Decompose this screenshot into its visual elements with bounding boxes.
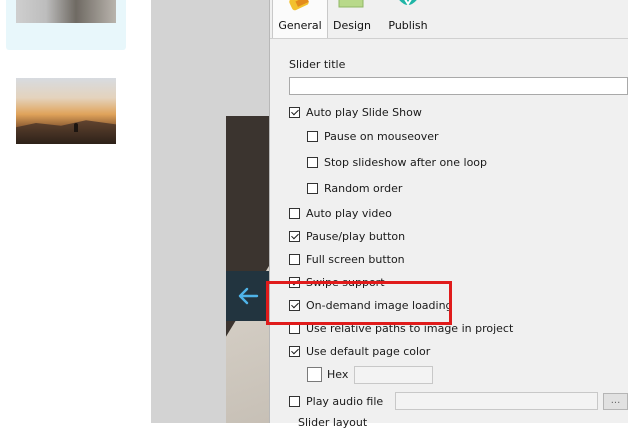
option-auto-play-video[interactable]: Auto play video — [289, 206, 392, 220]
tab-separator — [270, 38, 628, 39]
option-label: Play audio file — [306, 394, 384, 408]
thumbnail-panel — [0, 0, 151, 423]
tab-general-label: General — [278, 19, 322, 32]
design-icon — [338, 0, 364, 8]
option-play-audio-file[interactable]: Play audio file — [289, 394, 383, 408]
arrow-left-icon — [238, 287, 258, 305]
option-full-screen-button[interactable]: Full screen button — [289, 252, 405, 266]
hex-input[interactable] — [354, 366, 433, 384]
option-label: Full screen button — [306, 252, 405, 266]
option-label: Pause on mouseover — [324, 129, 439, 143]
hex-color-row: Hex — [307, 366, 348, 383]
option-label: Auto play video — [306, 206, 392, 220]
browse-audio-button[interactable]: ... — [603, 393, 628, 410]
option-label: Stop slideshow after one loop — [324, 155, 488, 169]
thumbnail-landscape — [16, 120, 116, 144]
thumbnail-image-1[interactable] — [16, 0, 116, 23]
thumbnail-image-2[interactable] — [16, 78, 116, 144]
prev-slide-button[interactable] — [226, 271, 269, 321]
slider-title-label: Slider title — [289, 58, 346, 71]
option-random-order[interactable]: Random order — [307, 181, 402, 195]
option-stop-after-one-loop[interactable]: Stop slideshow after one loop — [307, 155, 487, 169]
option-label: Random order — [324, 181, 403, 195]
audio-file-input[interactable] — [395, 392, 598, 410]
tab-publish-label: Publish — [388, 19, 428, 32]
option-pause-on-mouseover[interactable]: Pause on mouseover — [307, 129, 439, 143]
general-icon — [289, 0, 309, 11]
checkbox[interactable] — [289, 106, 300, 118]
slider-title-input[interactable] — [289, 77, 628, 95]
hex-label: Hex — [327, 368, 349, 381]
option-label: Auto play Slide Show — [306, 105, 422, 119]
tab-publish[interactable]: Publish — [383, 0, 433, 38]
checkbox[interactable] — [307, 156, 318, 168]
option-use-default-page-color[interactable]: Use default page color — [289, 344, 430, 358]
checkbox[interactable] — [289, 207, 300, 219]
tab-design-label: Design — [333, 19, 371, 32]
slide-preview — [226, 116, 269, 423]
checkbox[interactable] — [289, 253, 300, 265]
tab-design[interactable]: Design — [330, 0, 374, 38]
option-pause-play-button[interactable]: Pause/play button — [289, 229, 405, 243]
checkbox[interactable] — [289, 395, 300, 407]
tab-general[interactable]: General — [272, 0, 328, 39]
checkbox[interactable] — [307, 182, 318, 194]
publish-icon — [399, 0, 417, 6]
checkbox[interactable] — [289, 345, 300, 357]
option-label: Pause/play button — [306, 229, 406, 243]
highlight-box — [266, 281, 452, 325]
checkbox[interactable] — [307, 130, 318, 142]
tab-bar: General Design Publish — [270, 0, 628, 39]
option-label: Use default page color — [306, 344, 431, 358]
selected-thumbnail[interactable] — [6, 0, 126, 50]
checkbox[interactable] — [289, 230, 300, 242]
option-auto-play-slideshow[interactable]: Auto play Slide Show — [289, 105, 422, 119]
preview-canvas — [151, 0, 269, 423]
hex-color-checkbox[interactable] — [307, 367, 322, 382]
thumbnail-figure — [74, 123, 78, 132]
